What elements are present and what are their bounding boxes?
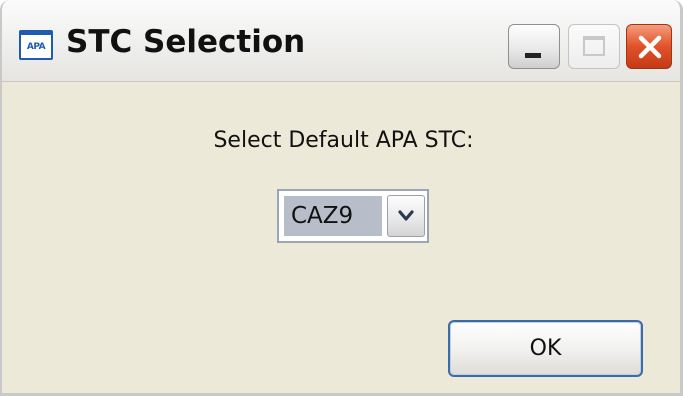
stc-dropdown-value[interactable]: CAZ9 [284,196,382,236]
maximize-button [568,24,620,69]
minimize-icon [525,53,541,58]
app-icon[interactable]: APA [19,30,53,60]
stc-selection-dialog: APA STC Selection Select Default APA STC… [0,0,683,396]
close-icon [638,35,662,59]
window-title: STC Selection [66,24,306,60]
stc-dropdown-arrow-button[interactable] [387,195,425,237]
minimize-button[interactable] [508,24,560,69]
select-stc-label: Select Default APA STC: [213,128,474,153]
chevron-down-icon [398,210,414,221]
stc-dropdown[interactable]: CAZ9 [277,189,429,243]
title-bar[interactable]: APA STC Selection [2,0,680,82]
app-icon-label: APA [26,41,46,52]
maximize-icon [583,36,605,56]
ok-button[interactable]: OK [448,320,643,377]
close-button[interactable] [626,24,672,69]
